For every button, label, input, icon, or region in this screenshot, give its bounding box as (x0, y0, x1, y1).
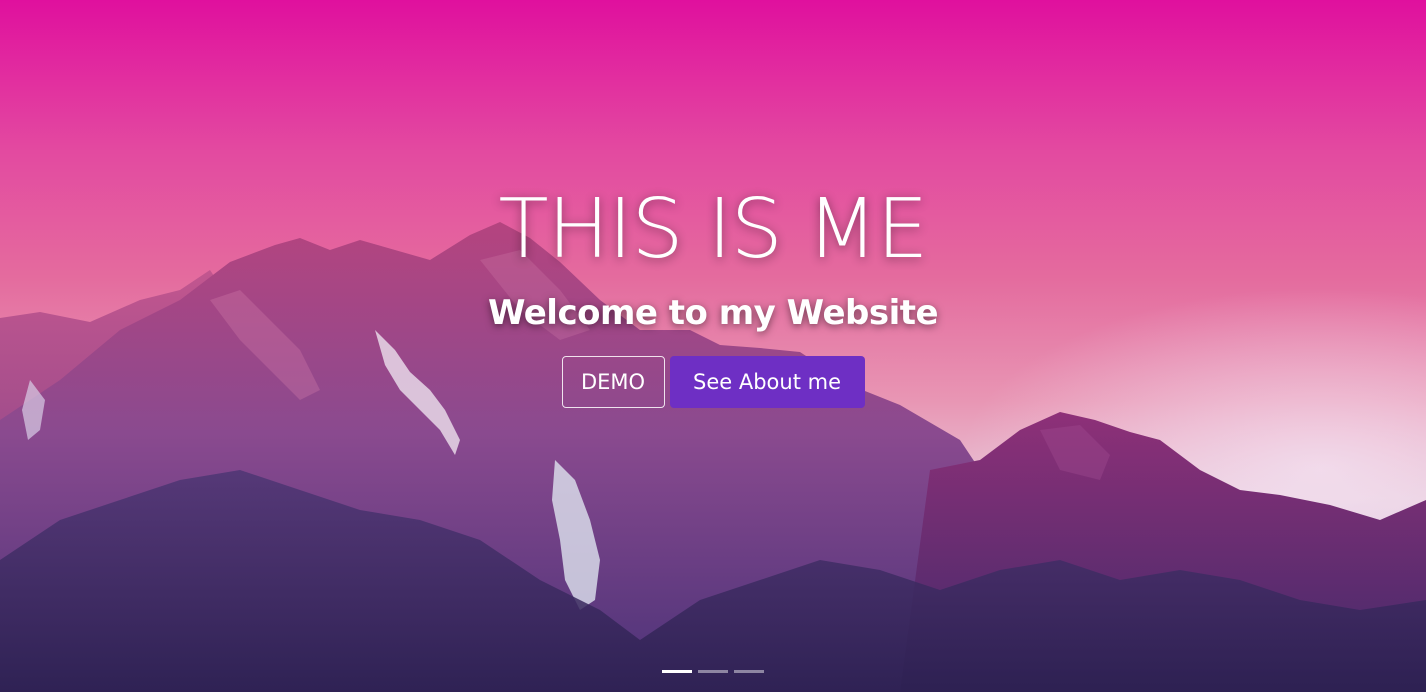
hero-title: THIS IS ME (498, 182, 929, 277)
demo-button[interactable]: DEMO (561, 356, 665, 408)
carousel-indicators (0, 670, 1426, 673)
carousel-indicator-1[interactable] (662, 670, 692, 673)
hero-button-group: DEMO See About me (0, 356, 1426, 408)
hero-carousel: THIS IS ME Welcome to my Website DEMO Se… (0, 0, 1426, 692)
hero-subtitle: Welcome to my Website (487, 293, 939, 333)
carousel-indicator-3[interactable] (734, 670, 764, 673)
hero-content: THIS IS ME Welcome to my Website DEMO Se… (0, 180, 1426, 408)
carousel-indicator-2[interactable] (698, 670, 728, 673)
see-about-me-button[interactable]: See About me (669, 356, 865, 408)
